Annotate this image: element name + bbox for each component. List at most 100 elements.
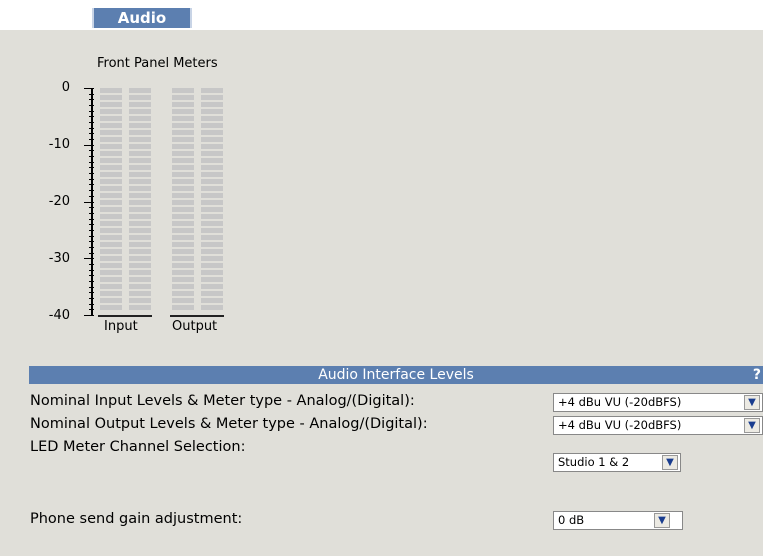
meter-segment (201, 123, 223, 128)
meter-segment (172, 305, 194, 310)
meter-segment (172, 123, 194, 128)
meter-segment (100, 144, 122, 149)
minor-tick (89, 184, 94, 185)
meter-segment (129, 123, 151, 128)
meter-segment (100, 186, 122, 191)
meter-output-left (172, 88, 194, 316)
section-header: Audio Interface Levels ? (29, 366, 763, 384)
tab-audio[interactable]: Audio (92, 8, 192, 28)
meter-segment (172, 284, 194, 289)
minor-tick (89, 105, 94, 106)
meter-segment (100, 249, 122, 254)
phone-send-gain-value: 0 dB (558, 513, 585, 527)
tab-audio-label: Audio (117, 9, 167, 27)
output-level-value: +4 dBu VU (-20dBFS) (558, 418, 682, 432)
chevron-down-icon[interactable]: ▼ (744, 418, 760, 433)
meter-segment (172, 249, 194, 254)
minor-tick (89, 111, 94, 112)
meter-segment (100, 109, 122, 114)
meter-segment (129, 305, 151, 310)
meter-channel-input: Input (104, 319, 138, 334)
scale-label-10: -10 (48, 137, 70, 152)
output-level-select[interactable]: +4 dBu VU (-20dBFS) ▼ (553, 416, 763, 435)
meter-segment (201, 277, 223, 282)
scale-label-40: -40 (48, 308, 70, 323)
meter-segment (201, 263, 223, 268)
minor-tick (89, 128, 94, 129)
meters-title: Front Panel Meters (97, 56, 218, 71)
minor-tick (89, 156, 94, 157)
led-meter-channel-select[interactable]: Studio 1 & 2 ▼ (553, 453, 681, 472)
meter-segment (129, 207, 151, 212)
phone-send-gain-label: Phone send gain adjustment: (30, 511, 243, 527)
meter-segment (129, 228, 151, 233)
meter-segment (172, 235, 194, 240)
meter-segment (100, 228, 122, 233)
minor-tick (89, 173, 94, 174)
minor-tick (89, 139, 94, 140)
meter-segment (100, 137, 122, 142)
meter-segment (201, 172, 223, 177)
chevron-down-icon[interactable]: ▼ (744, 395, 760, 410)
meter-channel-output: Output (172, 319, 218, 334)
meter-segment (201, 193, 223, 198)
meter-segment (172, 291, 194, 296)
minor-tick (89, 150, 94, 151)
meter-segment (172, 102, 194, 107)
meter-segment (100, 263, 122, 268)
meter-segment (100, 200, 122, 205)
meter-segment (201, 270, 223, 275)
meter-segment (172, 95, 194, 100)
chevron-down-icon[interactable]: ▼ (662, 455, 678, 470)
meter-segment (201, 109, 223, 114)
minor-tick (89, 304, 94, 305)
meter-segment (201, 88, 223, 93)
meter-segment (129, 102, 151, 107)
meter-segment (172, 186, 194, 191)
meter-segment (100, 130, 122, 135)
meter-segment (172, 109, 194, 114)
meter-segment (201, 221, 223, 226)
help-icon[interactable]: ? (753, 366, 761, 384)
meter-segment (100, 298, 122, 303)
phone-send-gain-select[interactable]: 0 dB ▼ (553, 511, 683, 530)
meter-segment (201, 249, 223, 254)
meter-segment (100, 291, 122, 296)
meter-segment (129, 242, 151, 247)
meter-segment (100, 165, 122, 170)
meter-segment (100, 193, 122, 198)
minor-tick (89, 309, 94, 310)
meter-segment (100, 242, 122, 247)
minor-tick (89, 292, 94, 293)
meter-segment (100, 207, 122, 212)
meter-segment (172, 256, 194, 261)
meter-segment (100, 235, 122, 240)
minor-tick (89, 196, 94, 197)
meter-segment (201, 242, 223, 247)
output-level-label: Nominal Output Levels & Meter type - Ana… (30, 416, 428, 432)
meter-segment (129, 193, 151, 198)
meter-segment (100, 214, 122, 219)
minor-tick (89, 162, 94, 163)
meter-segment (201, 158, 223, 163)
meter-segment (129, 214, 151, 219)
meter-segment (201, 291, 223, 296)
meter-segment (100, 102, 122, 107)
meter-segment (100, 151, 122, 156)
meter-segment (129, 172, 151, 177)
chevron-down-icon[interactable]: ▼ (654, 513, 670, 528)
meter-segment (129, 263, 151, 268)
major-tick (84, 202, 94, 203)
input-level-select[interactable]: +4 dBu VU (-20dBFS) ▼ (553, 393, 763, 412)
meter-segment (129, 186, 151, 191)
meter-segment (100, 270, 122, 275)
meter-segment (172, 172, 194, 177)
meter-segment (201, 102, 223, 107)
meter-segment (129, 95, 151, 100)
minor-tick (89, 287, 94, 288)
meter-segment (100, 116, 122, 121)
minor-tick (89, 190, 94, 191)
minor-tick (89, 116, 94, 117)
meter-segment (172, 116, 194, 121)
meter-segment (201, 116, 223, 121)
